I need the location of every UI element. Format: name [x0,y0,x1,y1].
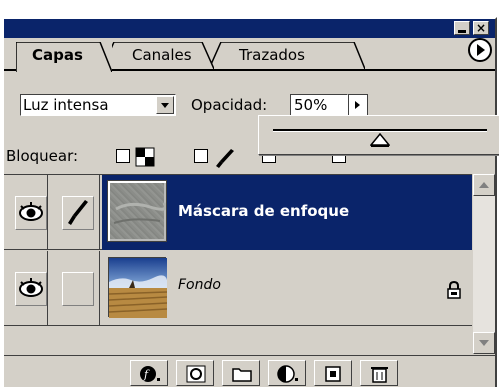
opacity-slider-toggle[interactable] [348,94,368,116]
eye-icon [19,202,43,221]
eye-icon [19,278,43,297]
brush-icon [216,149,234,168]
opacity-label: Opacidad: [191,96,268,114]
mask-icon [186,365,206,383]
opacity-slider-track[interactable] [273,129,487,132]
transparency-icon [135,147,155,167]
chevron-down-icon[interactable] [156,96,174,114]
visibility-toggle[interactable] [4,251,48,326]
trash-icon [371,367,388,383]
scroll-up-button[interactable] [473,174,495,196]
layer-name: Fondo [178,277,221,293]
tab-strip: Trazados Canales Capas [4,38,495,78]
tab-trazados[interactable]: Trazados [209,42,365,70]
palette-title-bar[interactable]: × [4,19,495,38]
link-toggle[interactable] [56,175,100,250]
adjustment-layer-button[interactable] [268,360,306,386]
delete-layer-button[interactable] [360,360,398,386]
opacity-input[interactable]: 50% [290,94,348,116]
layer-row[interactable]: Máscara de enfoque [4,175,472,250]
new-layer-icon [325,366,341,382]
slider-thumb-icon[interactable] [370,133,390,147]
layer-style-button[interactable]: f [130,360,168,386]
visibility-toggle[interactable] [4,175,48,250]
lock-pixels-checkbox[interactable] [194,149,208,163]
folder-icon [232,368,252,382]
layer-row[interactable]: Fondo [4,251,472,326]
panel-menu-icon[interactable] [468,38,492,62]
lock-icon [447,281,461,299]
tab-capas[interactable]: Capas [16,42,112,72]
eye-slot [15,196,47,230]
tab-trazados-label: Trazados [239,46,305,64]
layer-thumbnail [108,257,168,318]
scroll-down-button[interactable] [473,332,495,354]
blend-mode-select[interactable]: Luz intensa [20,94,176,116]
layer-main-cell[interactable]: Máscara de enfoque [102,175,472,250]
close-button[interactable]: × [473,21,489,35]
layer-list: Máscara de enfoque Fondo [4,174,472,354]
layer-thumbnail [107,180,167,242]
add-mask-button[interactable] [176,360,214,386]
layer-list-scrollbar[interactable] [473,174,495,354]
bottom-toolbar: f [4,355,495,387]
adjustment-icon [277,365,298,383]
layers-palette: × Trazados Canales Capas Luz intensa Opa… [2,17,499,387]
eye-slot [15,272,47,306]
tab-capas-label: Capas [32,46,83,64]
brush-slot [62,196,94,230]
link-toggle[interactable] [56,251,100,326]
lock-transparency-checkbox[interactable] [116,149,130,163]
layer-name: Máscara de enfoque [178,202,350,220]
lock-label: Bloquear: [6,147,79,165]
new-layer-button[interactable] [314,360,352,386]
new-group-button[interactable] [222,360,260,386]
brush-slot [62,272,94,306]
tab-canales[interactable]: Canales [102,42,214,70]
layer-main-cell[interactable]: Fondo [102,251,472,326]
brush-icon [68,200,88,225]
minimize-button[interactable] [454,21,470,35]
layer-style-icon: f [140,366,160,382]
blend-mode-value: Luz intensa [23,96,109,114]
opacity-slider-popup[interactable] [258,115,499,155]
tab-canales-label: Canales [132,46,192,64]
